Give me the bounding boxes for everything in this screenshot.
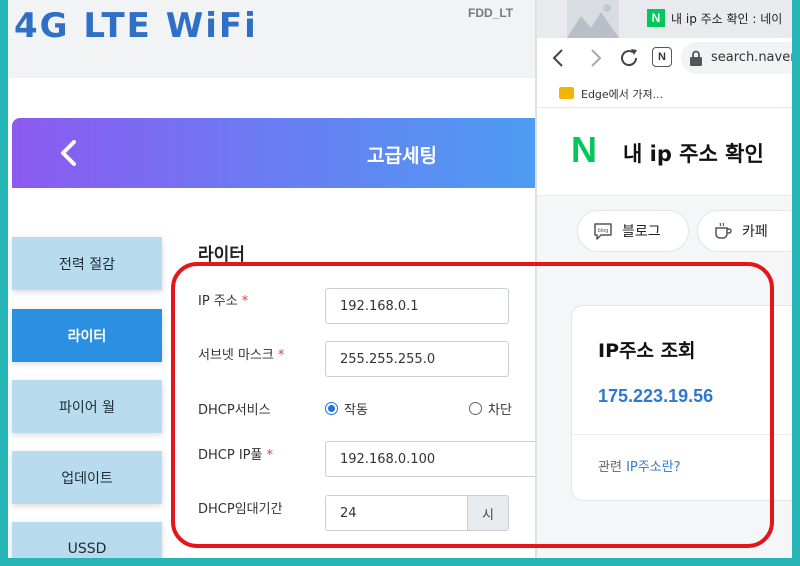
ip-related-prefix: 관련 <box>598 460 627 475</box>
bookmarks-bar: Edge에서 가져... <box>537 78 792 108</box>
public-ip-value: 175.223.19.56 <box>598 386 714 406</box>
chip-blog[interactable]: blog 블로그 <box>577 210 689 252</box>
sidebar-item-ussd[interactable]: USSD <box>12 522 162 558</box>
dhcp-off-label: 차단 <box>488 403 512 418</box>
ip-card-title: IP주소 조회 <box>598 340 696 362</box>
search-query-text[interactable]: 내 ip 주소 확인 <box>623 138 764 168</box>
router-brand-logo: 4G LTE WiFi <box>14 6 258 46</box>
dhcp-pool-input[interactable] <box>325 441 538 477</box>
ip-lookup-card: IP주소 조회 175.223.19.56 관련 IP주소란? <box>571 305 792 501</box>
settings-topbar: 고급세팅 <box>12 118 538 188</box>
required-mark: * <box>277 348 285 363</box>
dhcp-pool-label-text: DHCP IP풀 <box>198 448 263 463</box>
subnet-mask-input[interactable] <box>325 341 509 377</box>
forward-arrow-icon[interactable] <box>583 46 607 70</box>
radio-unchecked-icon <box>469 402 482 415</box>
naver-favicon-icon: N <box>647 9 665 27</box>
search-filter-chips: blog 블로그 카페 <box>537 196 792 266</box>
chip-blog-label: 블로그 <box>622 224 661 240</box>
ip-related-link[interactable]: IP주소란? <box>626 460 680 475</box>
back-arrow-icon[interactable] <box>547 46 571 70</box>
blog-icon: blog <box>594 223 612 240</box>
chip-cafe-label: 카페 <box>742 224 768 240</box>
cafe-cup-icon <box>715 222 732 239</box>
sidebar-item-firewall[interactable]: 파이어 월 <box>12 380 162 433</box>
tab-thumbnail-icon <box>567 0 619 38</box>
dhcp-pool-label: DHCP IP풀 * <box>198 444 273 463</box>
sidebar-item-update[interactable]: 업데이트 <box>12 451 162 504</box>
page-title: 고급세팅 <box>367 145 437 167</box>
dhcp-lease-input[interactable] <box>325 495 467 531</box>
section-title: 라이터 <box>198 245 245 265</box>
svg-text:blog: blog <box>598 228 609 234</box>
router-header: 4G LTE WiFi FDD_LT <box>8 0 538 78</box>
browser-tabbar: N 내 ip 주소 확인 : 네이 <box>537 0 792 38</box>
naver-logo-icon[interactable]: N <box>571 132 603 168</box>
url-text: search.naver <box>711 50 792 65</box>
sidebar-item-router[interactable]: 라이터 <box>12 309 162 362</box>
ip-related-row: 관련 IP주소란? <box>598 456 681 475</box>
reload-icon[interactable] <box>617 46 641 70</box>
naver-search-header: N 내 ip 주소 확인 <box>537 108 792 196</box>
required-mark: * <box>241 294 249 309</box>
dhcp-on-label: 작동 <box>344 403 368 418</box>
dhcp-service-label: DHCP서비스 <box>198 403 271 418</box>
dhcp-on-radio[interactable]: 작동 <box>325 399 368 418</box>
lock-icon <box>690 50 702 66</box>
active-tab-title[interactable]: 내 ip 주소 확인 : 네이 <box>671 10 782 27</box>
sidebar-item-power-saving[interactable]: 전력 절감 <box>12 237 162 290</box>
required-mark: * <box>266 448 273 463</box>
ip-address-label: IP 주소 * <box>198 290 248 309</box>
chip-cafe[interactable]: 카페 <box>697 210 792 252</box>
dhcp-off-radio[interactable]: 차단 <box>469 399 512 418</box>
card-divider <box>572 434 792 435</box>
browser-navbar: N search.naver <box>537 38 792 78</box>
address-bar[interactable]: search.naver <box>681 42 792 74</box>
router-admin-page: 4G LTE WiFi FDD_LT 고급세팅 전력 절감 라이터 파이어 월 … <box>8 0 538 558</box>
radio-checked-icon <box>325 402 338 415</box>
reader-mode-icon[interactable]: N <box>652 47 672 67</box>
router-model-name: FDD_LT <box>468 6 514 20</box>
bookmark-folder-edge[interactable]: Edge에서 가져... <box>581 86 663 102</box>
dhcp-lease-unit: 시 <box>467 495 509 531</box>
dhcp-lease-group: 시 <box>325 495 509 531</box>
subnet-mask-label-text: 서브넷 마스크 <box>198 348 274 363</box>
subnet-mask-label: 서브넷 마스크 * <box>198 344 284 363</box>
ip-address-label-text: IP 주소 <box>198 294 238 309</box>
screenshot-frame: 4G LTE WiFi FDD_LT 고급세팅 전력 절감 라이터 파이어 월 … <box>8 0 792 558</box>
back-chevron-icon[interactable] <box>52 136 86 170</box>
folder-icon <box>559 87 574 99</box>
ip-address-input[interactable] <box>325 288 509 324</box>
dhcp-lease-label: DHCP임대기간 <box>198 502 283 517</box>
